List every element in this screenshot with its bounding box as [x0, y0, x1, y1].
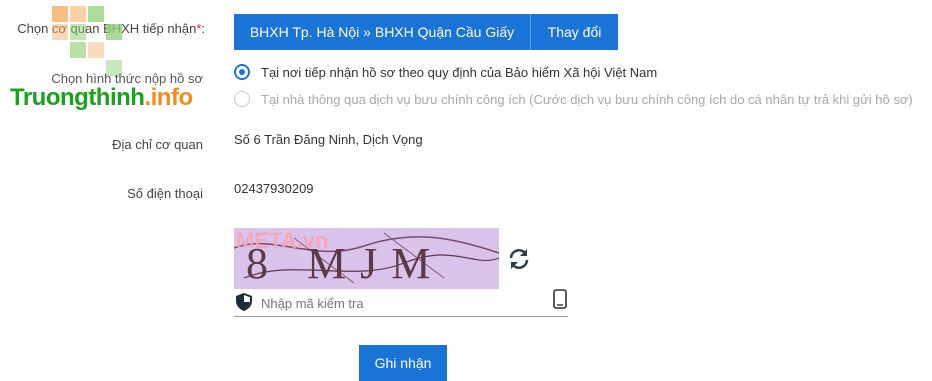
- submit-label: Ghi nhận: [374, 355, 432, 371]
- agency-path-text: BHXH Tp. Hà Nội » BHXH Quận Cầu Giấy: [249, 24, 515, 40]
- refresh-icon: [509, 249, 529, 269]
- captcha-code-text: 8 MJM: [246, 239, 445, 288]
- captcha-image: META.vn 8 MJM: [234, 228, 499, 289]
- method-option-postal[interactable]: Tại nhà thông qua dịch vụ bưu chính công…: [261, 92, 913, 107]
- address-label: Địa chỉ cơ quan: [112, 137, 203, 152]
- change-agency-label: Thay đổi: [547, 24, 602, 40]
- mobile-phone-icon: [553, 289, 567, 309]
- wordmark-main: Truongthinh: [10, 84, 145, 111]
- phone-value: 02437930209: [234, 181, 314, 196]
- submit-button[interactable]: Ghi nhận: [359, 345, 447, 381]
- agency-label-colon: :: [201, 21, 205, 36]
- address-value: Số 6 Trần Đăng Ninh, Dịch Vọng: [234, 132, 423, 147]
- captcha-input[interactable]: [261, 293, 541, 313]
- captcha-field: [234, 289, 568, 317]
- change-agency-button[interactable]: Thay đổi: [530, 14, 618, 50]
- method-radio-postal[interactable]: [234, 91, 250, 107]
- phone-label: Số điện thoại: [127, 186, 203, 201]
- shield-icon: [236, 293, 252, 311]
- agency-path-button[interactable]: BHXH Tp. Hà Nội » BHXH Quận Cầu Giấy: [234, 14, 530, 50]
- wordmark-suffix: .info: [144, 84, 193, 111]
- method-radio-office[interactable]: [234, 64, 250, 80]
- truongthinh-wordmark: Truongthinh.info: [10, 84, 193, 112]
- method-label: Chọn hình thức nộp hồ sơ: [51, 71, 203, 86]
- method-option-office[interactable]: Tại nơi tiếp nhận hồ sơ theo quy định củ…: [261, 65, 657, 80]
- refresh-captcha-button[interactable]: [507, 247, 531, 271]
